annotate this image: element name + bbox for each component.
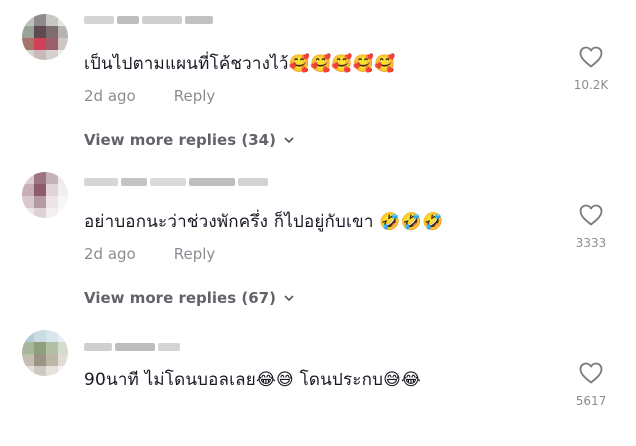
like-button[interactable]: 5617	[560, 362, 622, 408]
avatar[interactable]	[22, 172, 68, 218]
username-blurred[interactable]	[84, 13, 213, 27]
comment-item: เป็นไปตามแผนที่โค้ชวางไว้🥰🥰🥰🥰🥰 2d ago Rep…	[0, 0, 636, 149]
like-count: 5617	[575, 394, 607, 408]
chevron-down-icon	[284, 137, 294, 144]
comment-text: 90นาที ไม่โดนบอลเลย😂😅 โดนประกบ😅😂	[84, 366, 421, 393]
timestamp: 2d ago	[84, 87, 136, 105]
like-button[interactable]: 10.2K	[560, 46, 622, 92]
like-button[interactable]: 3333	[560, 204, 622, 250]
comment-meta: 2d ago Reply	[84, 87, 215, 105]
username-blurred[interactable]	[84, 175, 268, 189]
reply-button[interactable]: Reply	[174, 245, 216, 263]
comment-meta: 2d ago Reply	[84, 245, 215, 263]
like-count: 3333	[575, 236, 607, 250]
username-blurred[interactable]	[84, 340, 180, 354]
emoji-group: 😂😅	[255, 370, 294, 390]
emoji-group: 😅😂	[383, 370, 422, 390]
comment-item: อย่าบอกนะว่าช่วงพักครึ่ง ก็ไปอยู่กับเขา …	[0, 158, 636, 307]
timestamp: 2d ago	[84, 245, 136, 263]
reply-button[interactable]: Reply	[174, 87, 216, 105]
comment-text: เป็นไปตามแผนที่โค้ชวางไว้🥰🥰🥰🥰🥰	[84, 50, 395, 77]
view-more-replies[interactable]: View more replies (34)	[84, 131, 294, 149]
comment-text-body-2: โดนประกบ	[299, 370, 384, 390]
heart-icon[interactable]	[579, 362, 603, 384]
like-count: 10.2K	[573, 78, 609, 92]
comment-text: อย่าบอกนะว่าช่วงพักครึ่ง ก็ไปอยู่กับเขา …	[84, 208, 443, 235]
avatar[interactable]	[22, 330, 68, 376]
comment-text-body: อย่าบอกนะว่าช่วงพักครึ่ง ก็ไปอยู่กับเขา	[84, 212, 374, 232]
comment-text-body: เป็นไปตามแผนที่โค้ชวางไว้	[84, 54, 289, 74]
view-more-replies[interactable]: View more replies (67)	[84, 289, 294, 307]
view-more-label: View more replies (67)	[84, 289, 276, 307]
avatar[interactable]	[22, 14, 68, 60]
heart-icon[interactable]	[579, 204, 603, 226]
comment-text-body: 90นาที ไม่โดนบอลเลย	[84, 370, 256, 390]
heart-icon[interactable]	[579, 46, 603, 68]
emoji-group: 🥰🥰🥰🥰🥰	[288, 54, 396, 74]
emoji-group: 🤣🤣🤣	[379, 212, 444, 232]
comment-item: 90นาที ไม่โดนบอลเลย😂😅 โดนประกบ😅😂 5617	[0, 316, 636, 446]
chevron-down-icon	[284, 295, 294, 302]
view-more-label: View more replies (34)	[84, 131, 276, 149]
